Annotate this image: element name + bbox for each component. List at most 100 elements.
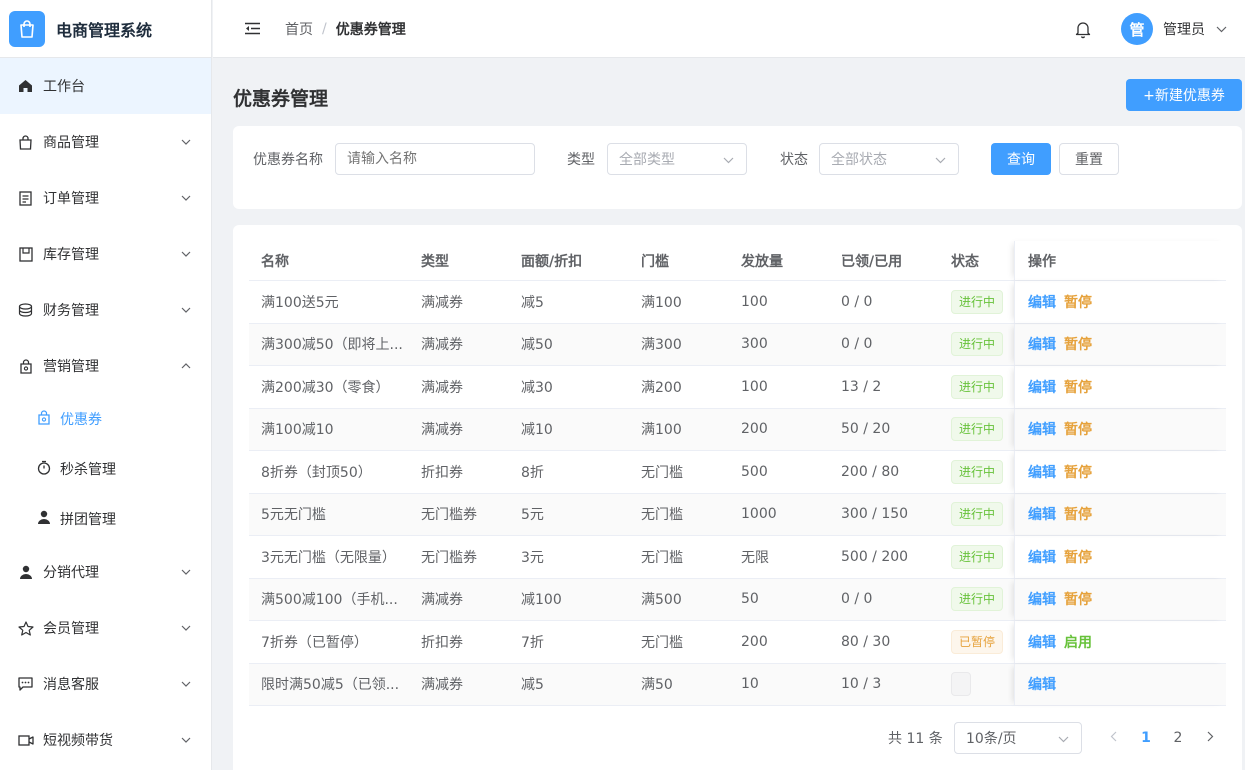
breadcrumb: 首页 / 优惠券管理	[285, 19, 406, 39]
sidebar-item-distribution[interactable]: 分销代理	[0, 544, 211, 600]
shopping-bag-logo-icon	[9, 10, 45, 47]
cell-threshold: 满100	[641, 422, 682, 439]
page-1-button[interactable]: 1	[1132, 722, 1160, 754]
page-2-button[interactable]: 2	[1164, 722, 1192, 754]
coupon-table: 名称 类型 面额/折扣 门槛 发放量 已领/已用 状态 操作 满100送5元 满…	[249, 241, 1226, 706]
pause-link[interactable]: 暂停	[1064, 462, 1092, 482]
sidebar-subitem-flash-sale[interactable]: 秒杀管理	[0, 444, 211, 494]
menu-fold-icon[interactable]	[243, 20, 261, 38]
sidebar-subitem-coupon[interactable]: 优惠券	[0, 394, 211, 444]
pause-link[interactable]: 暂停	[1064, 589, 1092, 609]
top-header: 首页 / 优惠券管理 管 管理员	[213, 0, 1245, 58]
sidebar-item-messages[interactable]: 消息客服	[0, 656, 211, 712]
chevron-right-icon	[1207, 730, 1214, 746]
cell-value: 减50	[521, 337, 553, 354]
star-icon	[17, 620, 34, 637]
cell-name: 8折券（封顶50）	[261, 464, 372, 481]
edit-link[interactable]: 编辑	[1028, 674, 1056, 694]
enable-link[interactable]: 启用	[1064, 632, 1092, 652]
status-badge: 进行中	[951, 544, 1004, 569]
sidebar-item-label: 会员管理	[43, 621, 99, 637]
chevron-down-icon	[181, 735, 191, 745]
pause-link[interactable]: 暂停	[1064, 334, 1092, 354]
cell-name: 满200减30（零食）	[261, 379, 390, 396]
table-row: 8折券（封顶50） 折扣券 8折 无门槛 500 200 / 80 进行中 编辑…	[249, 451, 1226, 494]
sidebar-item-finance[interactable]: 财务管理	[0, 282, 211, 338]
cell-threshold: 满50	[641, 677, 673, 694]
filter-card: 优惠券名称 类型 全部类型 状态 全部状态 查询 重置	[233, 126, 1242, 209]
cell-threshold: 无门槛	[641, 464, 683, 481]
edit-link[interactable]: 编辑	[1028, 589, 1056, 609]
prev-page-button[interactable]	[1099, 722, 1127, 754]
query-button[interactable]: 查询	[991, 143, 1051, 175]
coupon-name-label: 优惠券名称	[253, 152, 323, 168]
column-header: 名称	[261, 253, 289, 270]
edit-link[interactable]: 编辑	[1028, 547, 1056, 567]
sidebar-item-members[interactable]: 会员管理	[0, 600, 211, 656]
sidebar-item-dashboard[interactable]: 工作台	[0, 58, 211, 114]
type-select[interactable]: 全部类型	[607, 143, 747, 175]
cell-type: 满减券	[421, 677, 463, 694]
cell-claimed-used: 0 / 0	[841, 336, 873, 353]
cell-claimed-used: 0 / 0	[841, 591, 873, 608]
cell-claimed-used: 500 / 200	[841, 548, 909, 565]
cell-name: 3元无门槛（无限量）	[261, 549, 396, 566]
breadcrumb-current: 优惠券管理	[335, 21, 406, 38]
pause-link[interactable]: 暂停	[1064, 292, 1092, 312]
pause-link[interactable]: 暂停	[1064, 377, 1092, 397]
edit-link[interactable]: 编辑	[1028, 632, 1056, 652]
chevron-down-icon[interactable]	[1215, 23, 1227, 35]
coupon-icon	[37, 409, 51, 429]
page-title: 优惠券管理	[233, 88, 329, 110]
column-header: 已领/已用	[841, 253, 903, 270]
video-icon	[17, 732, 34, 749]
coins-icon	[17, 302, 34, 319]
pause-link[interactable]: 暂停	[1064, 419, 1092, 439]
sidebar-item-marketing[interactable]: 营销管理	[0, 338, 211, 394]
sidebar-item-label: 分销代理	[43, 565, 99, 581]
pause-link[interactable]: 暂停	[1064, 547, 1092, 567]
cell-name: 5元无门槛	[261, 507, 326, 524]
sidebar-subitem-group-buy[interactable]: 拼团管理	[0, 494, 211, 544]
cell-threshold: 无门槛	[641, 634, 683, 651]
sidebar-item-label: 拼团管理	[60, 512, 116, 528]
sidebar-item-label: 短视频带货	[43, 733, 113, 749]
pause-link[interactable]: 暂停	[1064, 504, 1092, 524]
chevron-up-icon	[181, 361, 191, 371]
edit-link[interactable]: 编辑	[1028, 462, 1056, 482]
status-badge: 已暂停	[951, 629, 1004, 654]
cell-threshold: 无门槛	[641, 549, 683, 566]
table-header: 名称 类型 面额/折扣 门槛 发放量 已领/已用 状态 操作	[249, 241, 1226, 281]
edit-link[interactable]: 编辑	[1028, 419, 1056, 439]
sidebar-item-products[interactable]: 商品管理	[0, 114, 211, 170]
sidebar-item-orders[interactable]: 订单管理	[0, 170, 211, 226]
next-page-button[interactable]	[1196, 722, 1224, 754]
status-select[interactable]: 全部状态	[819, 143, 959, 175]
edit-link[interactable]: 编辑	[1028, 377, 1056, 397]
new-coupon-button[interactable]: +新建优惠券	[1126, 79, 1242, 111]
sidebar-item-short-video[interactable]: 短视频带货	[0, 712, 211, 768]
edit-link[interactable]: 编辑	[1028, 292, 1056, 312]
bell-icon[interactable]	[1073, 19, 1093, 39]
cell-type: 折扣券	[421, 634, 463, 651]
avatar[interactable]: 管	[1121, 13, 1153, 45]
cell-quantity: 无限	[741, 549, 769, 566]
cell-type: 满减券	[421, 337, 463, 354]
sidebar-item-label: 库存管理	[43, 247, 99, 263]
status-badge: 进行中	[951, 459, 1004, 484]
coupon-name-input[interactable]	[335, 143, 535, 175]
chevron-down-icon	[1057, 733, 1069, 745]
edit-link[interactable]: 编辑	[1028, 504, 1056, 524]
sidebar-item-inventory[interactable]: 库存管理	[0, 226, 211, 282]
table-row: 满200减30（零食） 满减券 减30 满200 100 13 / 2 进行中 …	[249, 366, 1226, 409]
page-size-select[interactable]: 10条/页	[954, 722, 1082, 754]
sidebar-item-label: 优惠券	[60, 412, 102, 428]
reset-button[interactable]: 重置	[1059, 143, 1119, 175]
user-name[interactable]: 管理员	[1163, 19, 1205, 39]
type-label: 类型	[567, 152, 595, 168]
breadcrumb-home[interactable]: 首页	[285, 19, 313, 39]
cell-type: 满减券	[421, 294, 463, 311]
edit-link[interactable]: 编辑	[1028, 334, 1056, 354]
page-size-value: 10条/页	[966, 731, 1017, 747]
sidebar-item-label: 营销管理	[43, 359, 99, 375]
